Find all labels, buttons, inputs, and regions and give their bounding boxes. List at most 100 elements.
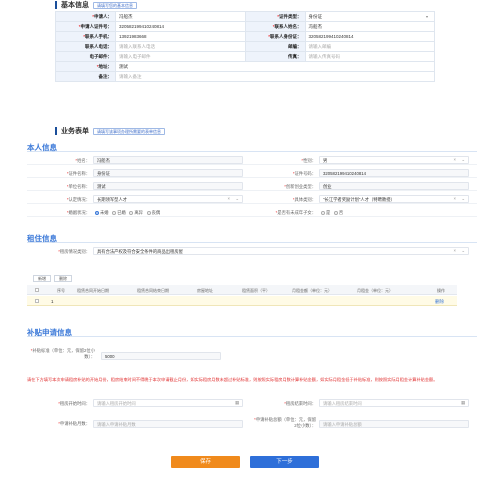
email-field[interactable]: 请输入电子邮件 [115,51,246,62]
applicant-field[interactable]: 冯船杰 [115,11,246,22]
contact-mobile-label: 联系人手机： [85,33,112,39]
fax-label: 传真： [288,53,302,59]
row-number: 1 [51,299,54,304]
category-select[interactable]: "长江学者奖励计划"人才（特聘教授） × ⌄ [319,195,469,203]
start-month-label: *租房开始时间： [58,401,90,406]
calendar-icon[interactable]: ▦ [461,400,465,406]
calendar-icon[interactable]: ▦ [235,400,239,406]
chevron-down-icon: ⌄ [461,196,465,201]
delete-row-button[interactable]: 删除 [54,275,72,282]
address-field[interactable]: 测试 [115,61,435,72]
col-header-rent1: 月租金额（单位：元） [292,288,332,293]
next-button[interactable]: 下一步 [250,456,319,468]
marital-label: *婚姻状况： [66,210,90,215]
end-month-label: *租房结束时间： [284,401,316,406]
cert-name-label: *证件名称： [66,171,90,176]
talent-select[interactable]: 长期领军型人才 × ⌄ [93,195,243,203]
clear-icon[interactable]: × [453,196,456,201]
child-label: *是否有未成年子女： [275,210,316,215]
chevron-down-icon: ⌄ [461,157,465,162]
contact-mobile-field[interactable]: 13921983668 [115,31,246,42]
child-option-0[interactable]: 是 [321,210,330,215]
radio-icon [321,210,325,215]
col-header-start: 租赁合同开始日期 [77,288,109,293]
contact-name-field[interactable]: 冯船杰 [304,21,435,32]
postcode-label: 邮编： [288,43,302,49]
cert-no-field[interactable]: 320582199410240814 [115,21,246,32]
basic-info-hint: 请填写您的基本信息 [93,1,137,9]
add-row-button[interactable]: 新增 [33,275,51,282]
cert-number-field[interactable]: 320582199410240814 [319,169,469,177]
house-type-select[interactable]: 具有合法产权及符合安全条件的商品出租房屋 × ⌄ [93,247,469,255]
select-all-checkbox[interactable] [35,288,39,292]
chevron-down-icon: ⌄ [461,248,465,253]
cert-name-field[interactable]: 身份证 [93,169,243,177]
cert-type-label: 证件类型： [279,13,302,19]
form-row: *姓名： 冯船杰 *性别： 男 × ⌄ [27,155,477,165]
start-month-field[interactable]: 请输入租房开始时间 ▦ [93,399,243,407]
rent-table-header: 序号 租赁合同开始日期 租赁合同结束日期 房屋地址 租赁面积（平） 月租金额（单… [27,285,457,295]
contact-id-label: 联系人身份证： [270,33,302,39]
personal-info-title: 本人信息 [27,143,57,152]
house-type-label: *租房情况类别： [58,249,90,254]
subsidy-info-header: 补贴申请信息 [27,327,477,337]
contact-phone-field[interactable]: 请输入联系人电话 [115,41,246,52]
cert-number-label: *证件号码： [292,171,316,176]
marital-option-3[interactable]: 丧偶 [146,210,160,215]
col-header-area: 租赁面积（平） [242,288,270,293]
basic-info-table: *申请人： 冯船杰 *证件类型： 身份证 ▾ *申请人证件号： 320582199… [55,11,435,82]
name-field[interactable]: 冯船杰 [93,156,243,164]
form-row: *租房情况类别： 具有合法产权及符合安全条件的商品出租房屋 × ⌄ [27,246,477,256]
caret-down-icon: ▾ [425,14,428,19]
category-label: *具体类别： [292,197,316,202]
row-delete-link[interactable]: 删除 [435,299,444,305]
applicant-label: 申请人： [94,13,112,19]
col-header-op: 操作 [437,288,445,293]
subsidy-amount-label: *补贴标准（单位：元，保留2位小数）： [30,348,95,359]
child-radio-group: 是 否 [321,210,343,216]
email-label: 电子邮件： [89,53,113,59]
marital-radio-group: 未婚 已婚 离异 丧偶 [95,210,160,216]
remark-label: 备注： [98,73,113,79]
total-field[interactable]: 请输入申请补贴总额 [319,420,469,428]
unit-type-field[interactable]: 创业 [319,182,469,190]
child-option-1[interactable]: 否 [333,210,343,215]
clear-icon[interactable]: × [453,248,456,253]
form-row: *婚姻状况： 未婚 已婚 离异 丧偶 *是否有未成年子女： 是 否 [27,207,477,217]
months-field[interactable]: 请输入申请补贴月数 [93,420,243,428]
postcode-field[interactable]: 请输入邮编 [304,41,435,52]
marital-option-1[interactable]: 已婚 [112,210,126,215]
name-label: *姓名： [75,158,90,163]
business-form-hint: 请填写该事项办理所需要的表单信息 [93,127,165,135]
save-button[interactable]: 保存 [171,456,240,468]
col-header-address: 房屋地址 [197,288,213,293]
unit-field[interactable]: 测试 [93,182,243,190]
clear-icon[interactable]: × [453,157,456,162]
gender-select[interactable]: 男 × ⌄ [319,156,469,164]
table-row: 1 删除 [27,296,457,306]
form-row: *租房开始时间： 请输入租房开始时间 ▦ *租房结束时间： 请输入租房结束时间 ▦ [27,398,477,408]
subsidy-info-title: 补贴申请信息 [27,328,72,337]
cert-no-label: 申请人证件号： [80,23,113,29]
col-header-no: 序号 [57,288,65,293]
row-checkbox[interactable] [35,299,39,303]
clear-icon[interactable]: × [227,196,230,201]
cert-type-select[interactable]: 身份证 ▾ [304,11,435,22]
remark-field[interactable]: 请输入备注 [115,71,435,82]
contact-id-field[interactable]: 320582199410240814 [304,31,435,42]
subsidy-amount-field[interactable]: 5000 [101,352,221,360]
form-row: *证件名称： 身份证 *证件号码： 320582199410240814 [27,168,477,178]
total-label: *申请补贴总额（单位：元，保留2位小数）： [254,417,316,428]
business-form-title: 业务表单 [61,128,89,135]
basic-info-header: 基本信息 请填写您的基本信息 [55,0,137,10]
radio-icon [129,210,134,215]
marital-option-2[interactable]: 离异 [129,210,143,215]
rent-info-title: 租住信息 [27,234,57,243]
marital-option-0[interactable]: 未婚 [95,210,109,215]
fax-field[interactable]: 请输入传真号码 [304,51,435,62]
radio-checked-icon [95,210,99,215]
radio-icon [146,210,151,215]
end-month-field[interactable]: 请输入租房结束时间 ▦ [319,399,469,407]
unit-type-label: *创新创业类型： [284,184,316,189]
contact-name-label: 联系人姓名： [274,23,302,29]
